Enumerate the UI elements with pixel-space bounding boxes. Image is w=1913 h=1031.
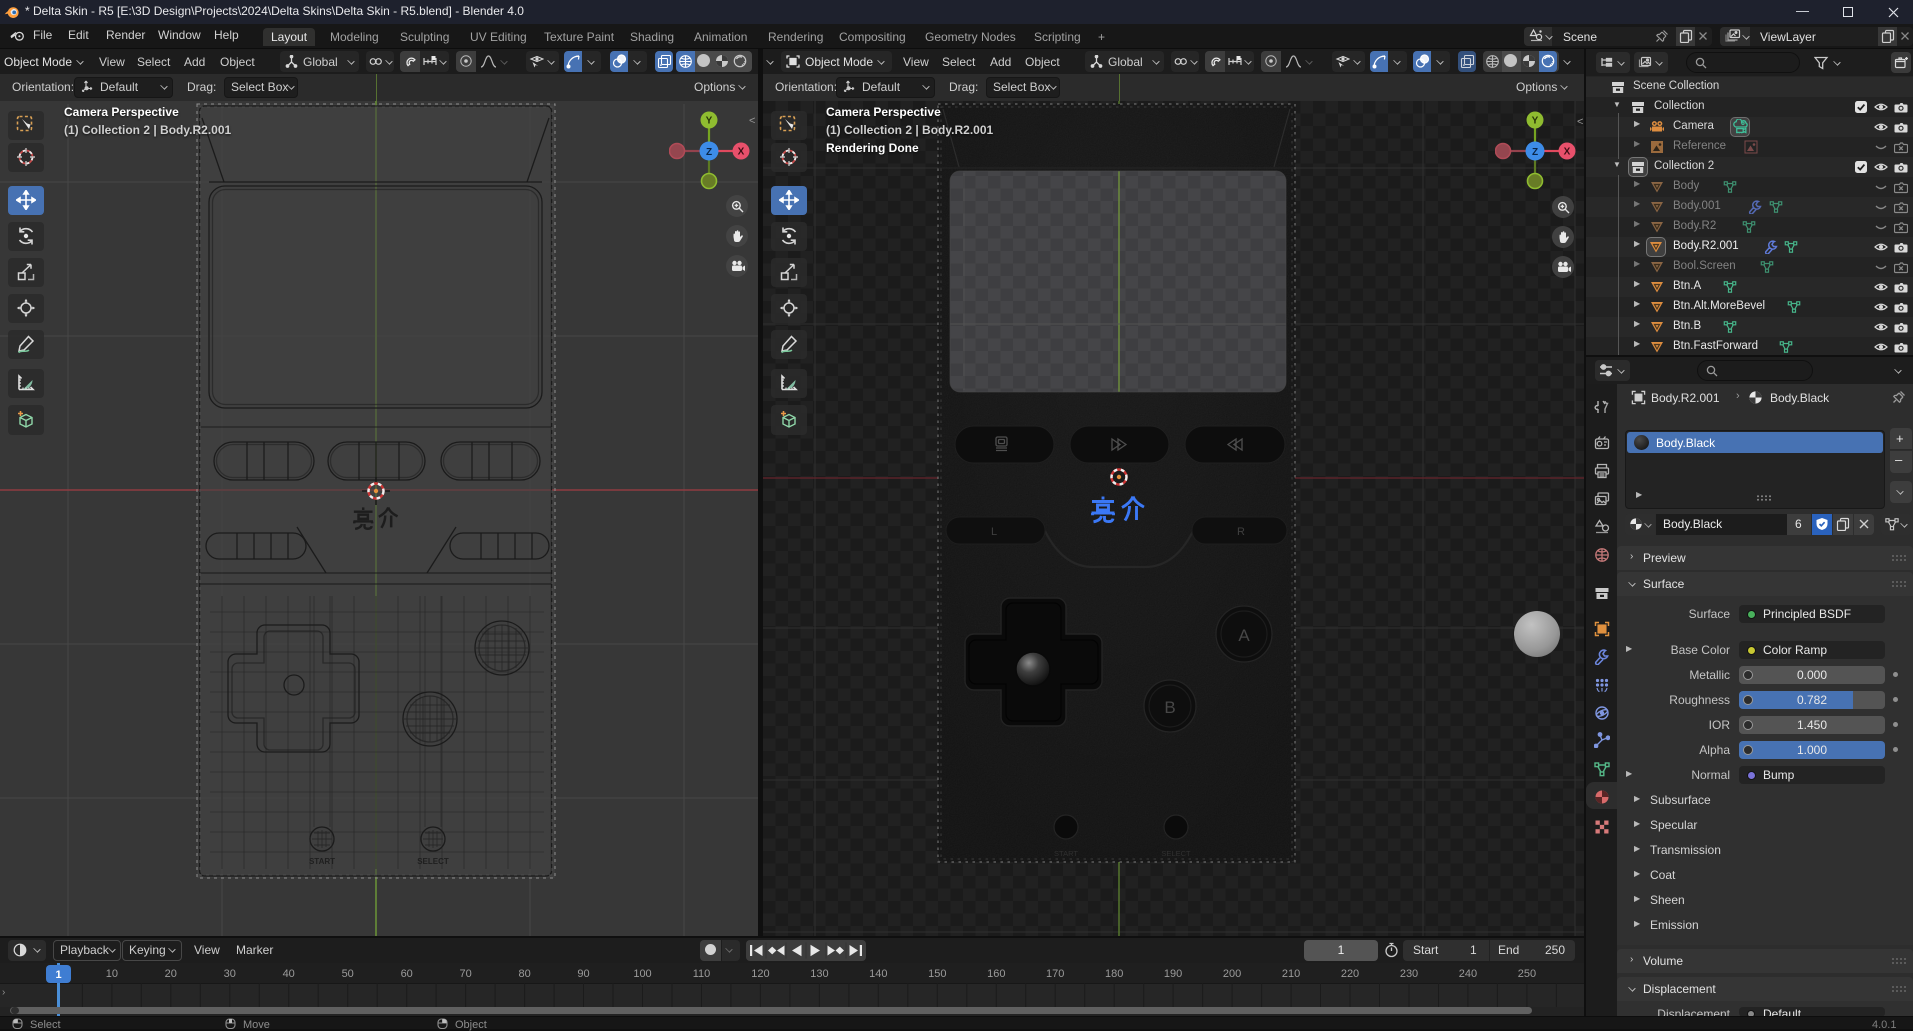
svg-text:R: R <box>1237 526 1245 538</box>
svg-text:SELECT: SELECT <box>417 857 449 866</box>
svg-text:Z: Z <box>1532 147 1538 158</box>
svg-text:START: START <box>1054 849 1078 858</box>
svg-text:L: L <box>991 526 997 538</box>
svg-text:B: B <box>1164 698 1175 717</box>
svg-text:Y: Y <box>1532 116 1539 127</box>
svg-text:START: START <box>309 857 335 866</box>
svg-text:X: X <box>1564 147 1571 158</box>
svg-text:Z: Z <box>706 147 712 158</box>
svg-text:A: A <box>1238 626 1250 645</box>
svg-text:X: X <box>738 147 745 158</box>
svg-text:Y: Y <box>706 116 713 127</box>
svg-text:SELECT: SELECT <box>1161 849 1191 858</box>
